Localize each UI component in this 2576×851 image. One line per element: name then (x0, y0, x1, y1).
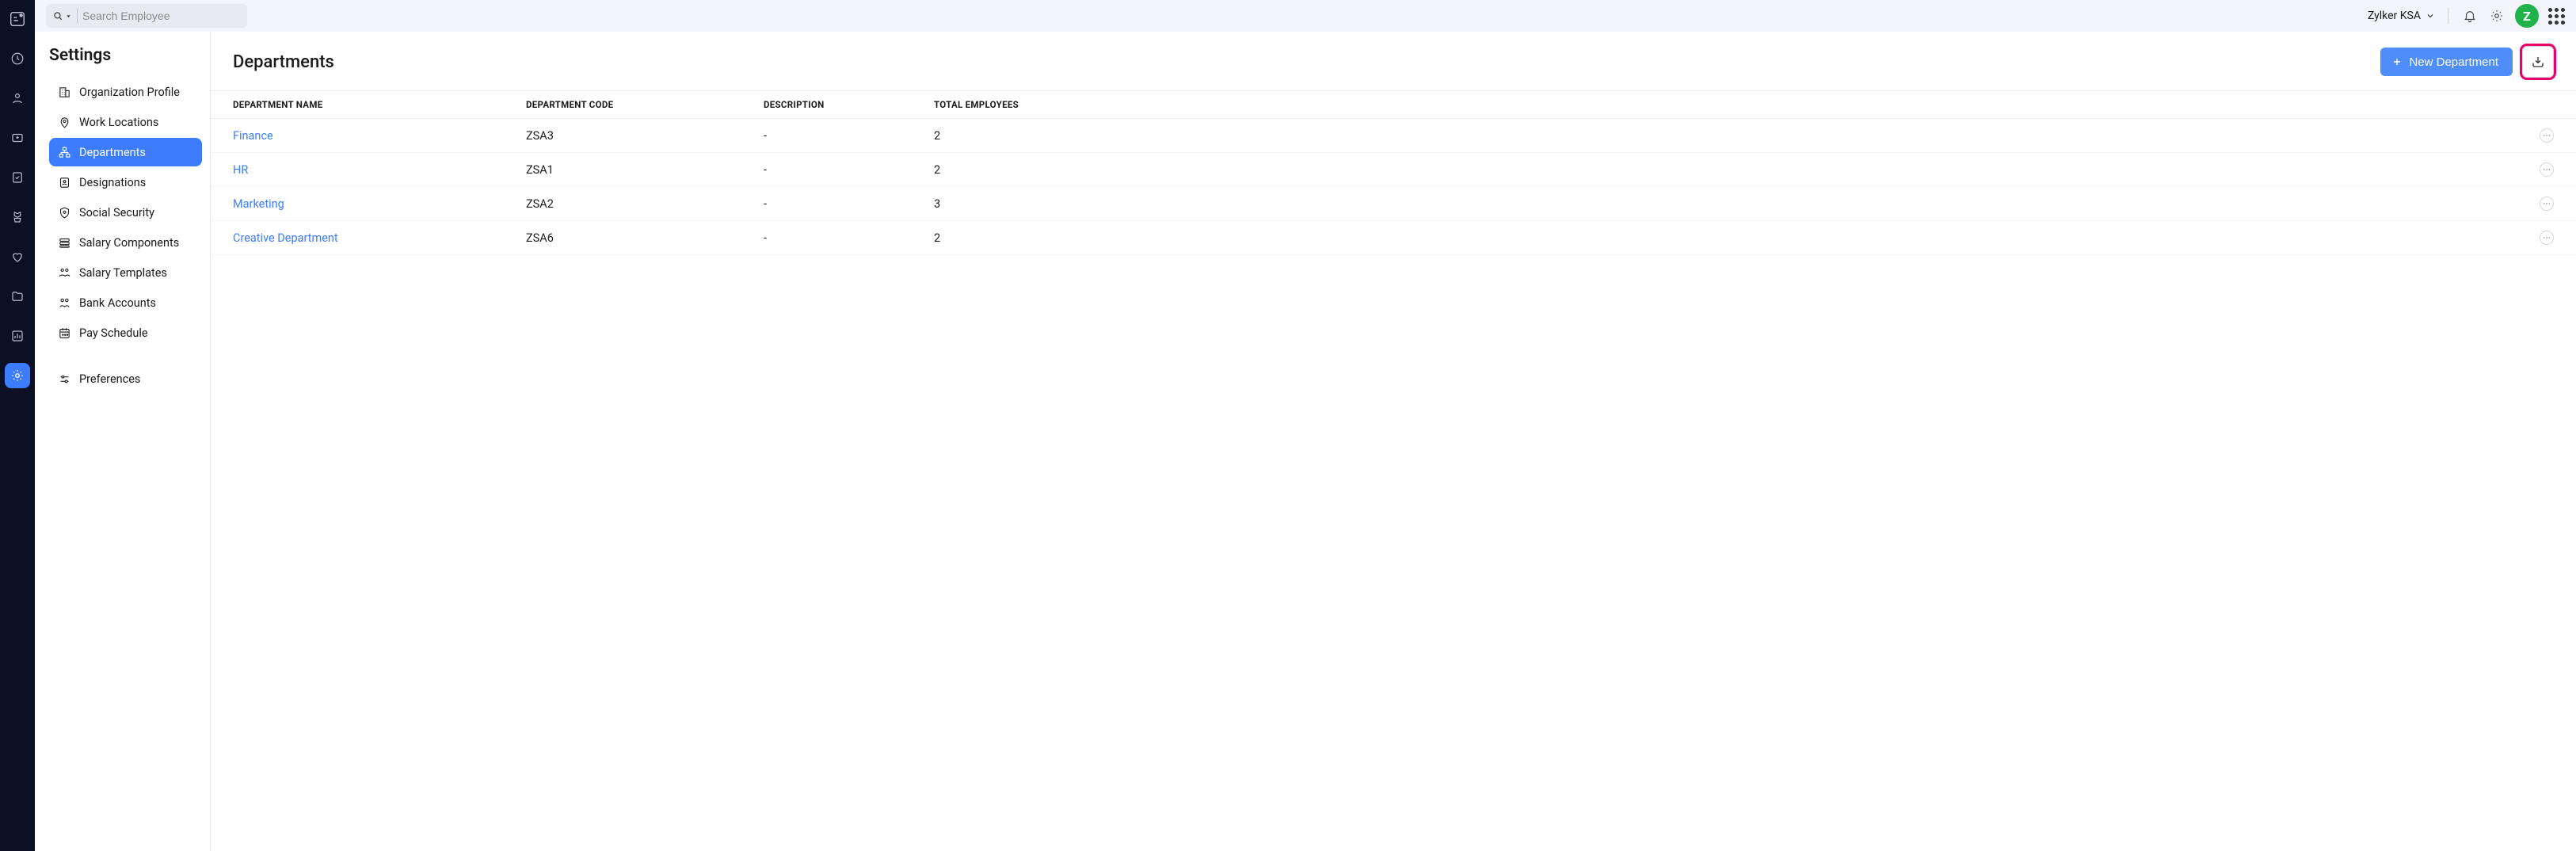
chevron-down-icon (2425, 11, 2435, 21)
top-bar: Zylker KSA Z (35, 0, 2576, 32)
calendar-icon (57, 326, 71, 340)
cell-desc: - (764, 197, 934, 211)
cell-code: ZSA6 (526, 231, 764, 245)
row-actions-button[interactable] (2540, 162, 2554, 177)
sidebar-item-pay-schedule[interactable]: Pay Schedule (49, 319, 202, 347)
col-header-name[interactable]: DEPARTMENT NAME (233, 99, 526, 110)
avatar-letter: Z (2523, 9, 2531, 24)
departments-table: DEPARTMENT NAME DEPARTMENT CODE DESCRIPT… (211, 90, 2576, 255)
sidebar-item-label: Designations (79, 176, 146, 189)
sidebar-item-label: Departments (79, 146, 146, 159)
badge-icon (57, 175, 71, 189)
user-avatar[interactable]: Z (2515, 4, 2539, 28)
sidebar-item-label: Work Locations (79, 116, 158, 129)
cell-code: ZSA2 (526, 197, 764, 211)
col-header-code[interactable]: DEPARTMENT CODE (526, 99, 764, 110)
sidebar-item-label: Organization Profile (79, 86, 180, 99)
shield-icon (57, 205, 71, 219)
department-link[interactable]: Marketing (233, 197, 284, 211)
department-link[interactable]: HR (233, 163, 248, 177)
sidebar-item-departments[interactable]: Departments (49, 138, 202, 166)
template-icon (57, 265, 71, 280)
sidebar-item-label: Bank Accounts (79, 296, 156, 310)
page-header: Departments New Department (211, 32, 2576, 90)
col-header-desc[interactable]: DESCRIPTION (764, 99, 934, 110)
cell-code: ZSA1 (526, 163, 764, 177)
notifications-button[interactable] (2461, 7, 2479, 25)
row-actions-button[interactable] (2540, 231, 2554, 245)
building-icon (57, 85, 71, 99)
cell-desc: - (764, 129, 934, 143)
search-container (46, 4, 247, 28)
import-button[interactable] (2522, 46, 2554, 78)
new-department-label: New Department (2409, 55, 2498, 69)
search-scope-dropdown[interactable] (52, 10, 72, 21)
rail-approvals-icon[interactable] (5, 165, 30, 190)
sidebar-item-label: Social Security (79, 206, 154, 219)
sidebar-item-salary-templates[interactable]: Salary Templates (49, 258, 202, 287)
sidebar-item-organization-profile[interactable]: Organization Profile (49, 78, 202, 106)
rail-reports-icon[interactable] (5, 323, 30, 349)
rail-people-icon[interactable] (5, 86, 30, 111)
settings-gear-button[interactable] (2488, 7, 2506, 25)
cell-emp: 3 (934, 197, 1172, 211)
rail-documents-icon[interactable] (5, 284, 30, 309)
sidebar-item-preferences[interactable]: Preferences (49, 364, 202, 393)
settings-sidebar: Settings Organization Profile Work Locat… (35, 32, 211, 851)
sidebar-item-salary-components[interactable]: Salary Components (49, 228, 202, 257)
sidebar-title: Settings (49, 46, 202, 65)
bank-icon (57, 296, 71, 310)
new-department-button[interactable]: New Department (2380, 48, 2513, 76)
app-switcher-button[interactable] (2548, 8, 2565, 25)
table-row[interactable]: HR ZSA1 - 2 (211, 153, 2576, 187)
row-actions-button[interactable] (2540, 197, 2554, 211)
rail-inbox-icon[interactable] (5, 125, 30, 151)
location-icon (57, 115, 71, 129)
sidebar-item-designations[interactable]: Designations (49, 168, 202, 197)
cell-desc: - (764, 231, 934, 245)
rail-benefits-icon[interactable] (5, 244, 30, 269)
page-title: Departments (233, 52, 334, 72)
sidebar-item-social-security[interactable]: Social Security (49, 198, 202, 227)
sidebar-item-bank-accounts[interactable]: Bank Accounts (49, 288, 202, 317)
rail-settings-icon[interactable] (5, 363, 30, 388)
table-header: DEPARTMENT NAME DEPARTMENT CODE DESCRIPT… (211, 91, 2576, 119)
department-link[interactable]: Finance (233, 129, 273, 143)
sidebar-item-label: Preferences (79, 372, 140, 386)
org-chart-icon (57, 145, 71, 159)
org-name-label: Zylker KSA (2368, 10, 2421, 22)
col-header-emp[interactable]: TOTAL EMPLOYEES (934, 99, 1172, 110)
cell-emp: 2 (934, 231, 1172, 245)
layers-icon (57, 235, 71, 250)
cell-desc: - (764, 163, 934, 177)
cell-emp: 2 (934, 163, 1172, 177)
org-switcher[interactable]: Zylker KSA (2368, 10, 2435, 22)
sidebar-item-label: Salary Components (79, 236, 179, 250)
sidebar-item-label: Salary Templates (79, 266, 167, 280)
plus-icon (2391, 56, 2403, 67)
cell-emp: 2 (934, 129, 1172, 143)
search-input[interactable] (82, 10, 241, 22)
row-actions-button[interactable] (2540, 128, 2554, 143)
main-content: Departments New Department DEPARTMENT NA… (211, 32, 2576, 851)
table-row[interactable]: Creative Department ZSA6 - 2 (211, 221, 2576, 255)
cell-code: ZSA3 (526, 129, 764, 143)
table-row[interactable]: Marketing ZSA2 - 3 (211, 187, 2576, 221)
sidebar-item-work-locations[interactable]: Work Locations (49, 108, 202, 136)
department-link[interactable]: Creative Department (233, 231, 338, 245)
table-row[interactable]: Finance ZSA3 - 2 (211, 119, 2576, 153)
import-icon (2531, 55, 2545, 69)
rail-dashboard-icon[interactable] (5, 46, 30, 71)
left-nav-rail (0, 0, 35, 851)
rail-payroll-icon[interactable] (5, 204, 30, 230)
sidebar-item-label: Pay Schedule (79, 326, 148, 340)
app-logo-icon[interactable] (5, 6, 30, 32)
sliders-icon (57, 372, 71, 386)
